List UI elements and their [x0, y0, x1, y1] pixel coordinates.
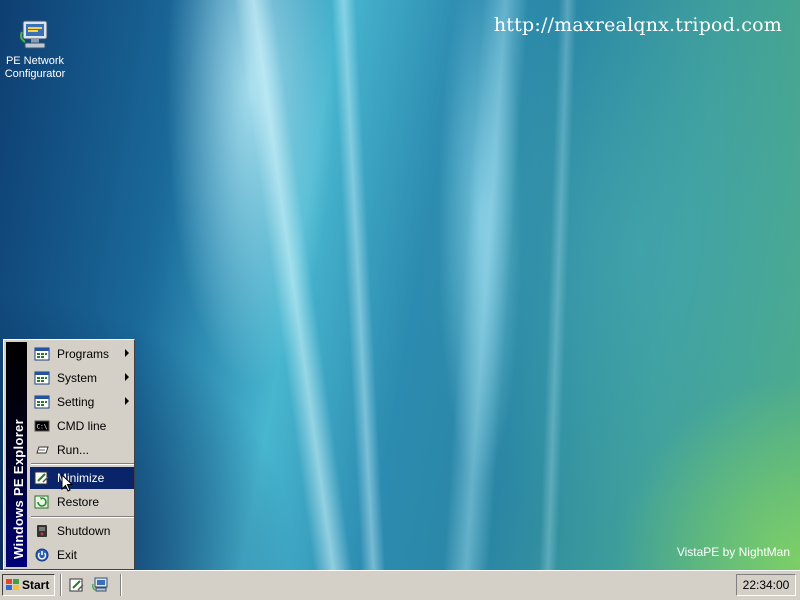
taskbar-divider — [60, 574, 62, 596]
start-menu: Windows PE Explorer Programs System Sett… — [3, 339, 135, 570]
minimize-icon — [34, 470, 50, 486]
shutdown-icon — [34, 523, 50, 539]
menu-item-label: CMD line — [57, 419, 107, 433]
menu-item-label: Run... — [57, 443, 90, 457]
network-config-icon[interactable] — [92, 576, 110, 594]
desktop-icon-label: Configurator — [4, 68, 66, 80]
submenu-arrow-icon — [125, 397, 129, 405]
clock-text: 22:34:00 — [742, 578, 790, 592]
menu-item-system[interactable]: System — [30, 367, 134, 389]
run-icon — [34, 442, 50, 458]
start-label: Start — [22, 578, 50, 592]
menu-item-shutdown[interactable]: Shutdown — [30, 520, 134, 542]
folder-grid-icon — [34, 370, 50, 386]
exit-icon — [34, 547, 50, 563]
start-menu-banner-text: Windows PE Explorer — [10, 419, 26, 559]
menu-item-label: Exit — [57, 548, 78, 562]
menu-item-run[interactable]: Run... — [30, 439, 134, 461]
menu-item-exit[interactable]: Exit — [30, 544, 134, 566]
menu-separator — [31, 463, 134, 465]
start-menu-banner: Windows PE Explorer — [6, 342, 27, 567]
wallpaper-credit: VistaPE by NightMan — [676, 545, 790, 559]
watermark-url: http://maxrealqnx.tripod.com — [493, 14, 782, 36]
folder-grid-icon — [34, 346, 50, 362]
mouse-cursor-icon — [61, 474, 73, 492]
menu-item-label: Restore — [57, 495, 100, 509]
menu-item-setting[interactable]: Setting — [30, 391, 134, 413]
folder-grid-icon — [34, 394, 50, 410]
system-tray-clock[interactable]: 22:34:00 — [736, 574, 796, 596]
menu-item-label: Shutdown — [57, 524, 111, 538]
taskbar-divider — [120, 574, 122, 596]
wallpaper-light-streak — [440, 0, 531, 570]
menu-separator — [31, 516, 134, 518]
wallpaper-light-streak — [537, 0, 578, 570]
desktop-icon-pe-network-configurator[interactable]: PE Network Configurator — [2, 18, 68, 81]
menu-item-minimize[interactable]: Minimize — [30, 467, 134, 489]
svg-text:C:\: C:\ — [37, 424, 48, 431]
start-button[interactable]: Start — [2, 574, 55, 596]
taskbar: Start 22:34:00 — [0, 570, 800, 600]
menu-item-restore[interactable]: Restore — [30, 491, 134, 513]
menu-item-programs[interactable]: Programs — [30, 343, 134, 365]
restore-icon — [34, 494, 50, 510]
menu-item-cmd-line[interactable]: C:\ CMD line — [30, 415, 134, 437]
minimize-all-icon[interactable] — [68, 576, 86, 594]
menu-item-label: Setting — [57, 395, 95, 409]
desktop-icon-label: PE Network — [5, 55, 65, 67]
submenu-arrow-icon — [125, 349, 129, 357]
windows-flag-icon — [6, 578, 20, 592]
console-icon: C:\ — [34, 418, 50, 434]
network-configurator-icon — [20, 20, 48, 49]
menu-item-label: Programs — [57, 347, 110, 361]
submenu-arrow-icon — [125, 373, 129, 381]
menu-item-label: System — [57, 371, 98, 385]
